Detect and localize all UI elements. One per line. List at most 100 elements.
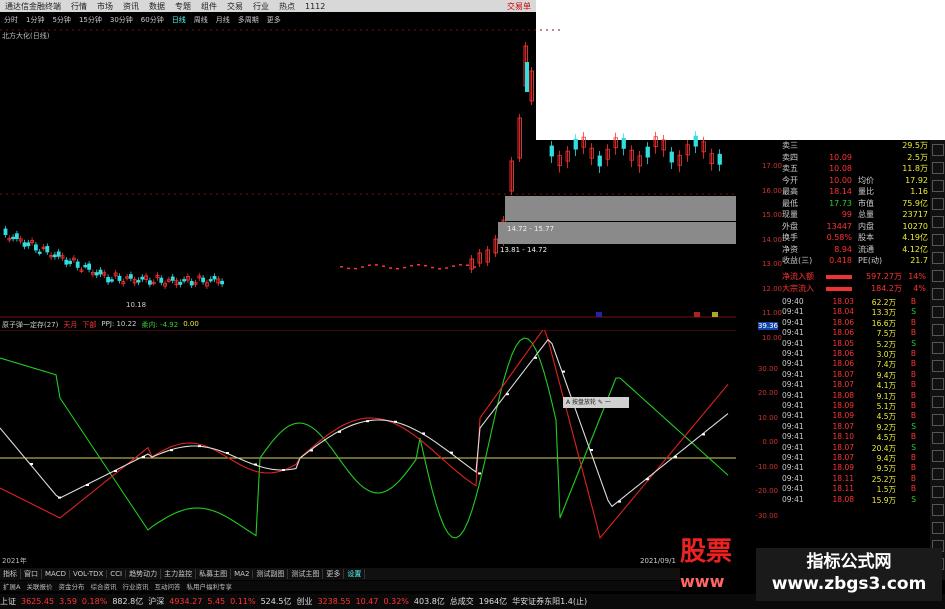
menu-item[interactable]: 热点 xyxy=(274,1,300,12)
toolbar-icon[interactable] xyxy=(932,144,944,156)
period-tab[interactable]: 日线 xyxy=(168,15,190,25)
period-tab[interactable]: 多周期 xyxy=(234,15,263,25)
indicator-tab[interactable]: MA2 xyxy=(231,570,254,578)
tick-volume: 15.9万 xyxy=(871,495,896,505)
quote-label: 均价 xyxy=(858,175,874,185)
candle xyxy=(417,264,420,266)
indicator-label: 0.00 xyxy=(183,320,199,328)
toolbar-icon[interactable] xyxy=(932,450,944,462)
indicator-tab[interactable]: 趋势动力 xyxy=(126,569,162,579)
period-tab[interactable]: 分时 xyxy=(0,15,22,25)
toolbar-icon[interactable] xyxy=(932,306,944,318)
menu-item[interactable]: 交易 xyxy=(222,1,248,12)
indicator-tab[interactable]: 私募主图 xyxy=(196,569,232,579)
indicator-tab[interactable]: 主力监控 xyxy=(161,569,197,579)
info-tab[interactable]: 私用户福利专享 xyxy=(183,581,235,591)
tick-price: 18.09 xyxy=(832,401,854,410)
toolbar-icon[interactable] xyxy=(932,486,944,498)
period-tab[interactable]: 60分钟 xyxy=(137,15,168,25)
period-tab[interactable]: 更多 xyxy=(263,15,285,25)
toolbar-icon[interactable] xyxy=(932,414,944,426)
indicator-dot xyxy=(562,370,565,373)
right-toolbar xyxy=(930,140,945,580)
toolbar-icon[interactable] xyxy=(932,180,944,192)
indicator-dot xyxy=(226,452,229,455)
menu-item[interactable]: 组件 xyxy=(196,1,222,12)
toolbar-icon[interactable] xyxy=(932,216,944,228)
indicator-tab[interactable]: VOL-TDX xyxy=(70,570,108,578)
tick-row: 09:41 18.09 9.5万 B xyxy=(782,463,930,473)
toolbar-icon[interactable] xyxy=(932,234,944,246)
indicator-tab[interactable]: 测试主图 xyxy=(288,569,324,579)
info-tab[interactable]: 互动问答 xyxy=(151,581,183,591)
tick-row: 09:41 18.11 1.5万 B xyxy=(782,484,930,494)
indicator-tab[interactable]: 更多 xyxy=(323,569,345,579)
toolbar-icon[interactable] xyxy=(932,468,944,480)
candle xyxy=(53,254,57,258)
quote-label: 最低 xyxy=(782,198,798,208)
candle xyxy=(75,261,80,268)
toolbar-icon[interactable] xyxy=(932,378,944,390)
candlestick-chart[interactable]: 14.72 - 15.77 13.81 - 14.72 10.18 xyxy=(0,26,736,318)
period-tab[interactable]: 月线 xyxy=(212,15,234,25)
menu-item[interactable]: 行业 xyxy=(248,1,274,12)
info-tab[interactable]: 资金分布 xyxy=(55,581,87,591)
indicator-tab[interactable]: 测试副图 xyxy=(253,569,289,579)
tick-side: B xyxy=(910,369,916,379)
toolbar-icon[interactable] xyxy=(932,198,944,210)
tick-time: 09:41 xyxy=(782,369,804,379)
toolbar-icon[interactable] xyxy=(932,324,944,336)
indicator-tab[interactable]: 窗口 xyxy=(21,569,42,579)
menu-item[interactable]: 专题 xyxy=(170,1,196,12)
tick-row: 09:41 18.09 4.5万 B xyxy=(782,411,930,421)
info-tab[interactable]: 扩展A xyxy=(0,581,23,591)
toolbar-icon[interactable] xyxy=(932,342,944,354)
tick-price: 18.09 xyxy=(832,463,854,473)
period-tab[interactable]: 5分钟 xyxy=(48,15,74,25)
toolbar-icon[interactable] xyxy=(932,360,944,372)
period-bar: 分时 1分钟 5分钟 15分钟 30分钟 60分钟 日线 周线 月线 多周期 更多 xyxy=(0,14,536,26)
quote-value: 75.9亿 xyxy=(902,198,928,208)
indicator-axis: 39.36 30.00 20.00 10.00 0.00 -10.00 -20.00 -30.… xyxy=(736,320,782,565)
indicator-tab[interactable]: 设置 xyxy=(344,569,366,579)
candle xyxy=(645,146,650,158)
period-tab[interactable]: 30分钟 xyxy=(106,15,137,25)
candle xyxy=(717,153,722,165)
toolbar-icon[interactable] xyxy=(932,522,944,534)
menu-item[interactable]: 行情 xyxy=(66,1,92,12)
period-tab[interactable]: 1分钟 xyxy=(22,15,48,25)
menu-item[interactable]: 1112 xyxy=(300,2,330,11)
quote-label: 卖四 xyxy=(782,152,798,162)
indicator-chart[interactable]: 2021/09/1 2021年 xyxy=(0,330,736,565)
tick-side: B xyxy=(910,484,916,494)
menu-item[interactable]: 通达信金融终端 xyxy=(0,1,66,12)
tick-time: 09:41 xyxy=(782,307,804,317)
toolbar-icon[interactable] xyxy=(932,252,944,264)
brand-label[interactable]: 交易单 xyxy=(502,1,536,12)
white-line xyxy=(0,338,729,508)
menu-item[interactable]: 数据 xyxy=(144,1,170,12)
indicator-dot xyxy=(646,478,649,481)
indicator-tab[interactable]: MACD xyxy=(42,570,70,578)
candle xyxy=(37,251,42,254)
quote-value: 10.08 xyxy=(829,164,852,173)
toolbar-icon[interactable] xyxy=(932,432,944,444)
toolbar-icon[interactable] xyxy=(932,504,944,516)
chart-tooltip[interactable]: A 按盘放轮 ✎ 一 xyxy=(563,397,629,408)
period-tab[interactable]: 周线 xyxy=(190,15,212,25)
indicator-tab[interactable]: 指标 xyxy=(0,569,21,579)
toolbar-icon[interactable] xyxy=(932,162,944,174)
info-tab[interactable]: 综合资讯 xyxy=(87,581,119,591)
toolbar-icon[interactable] xyxy=(932,270,944,282)
info-tab[interactable]: 关联报价 xyxy=(23,581,55,591)
toolbar-icon[interactable] xyxy=(932,396,944,408)
indicator-tab[interactable]: CCI xyxy=(107,570,127,578)
toolbar-icon[interactable] xyxy=(932,288,944,300)
menu-item[interactable]: 市场 xyxy=(92,1,118,12)
status-item: 创业 xyxy=(296,597,313,606)
quote-label: 流通 xyxy=(858,244,874,254)
period-tab[interactable]: 15分钟 xyxy=(75,15,106,25)
info-tab[interactable]: 行业资讯 xyxy=(119,581,151,591)
menu-item[interactable]: 资讯 xyxy=(118,1,144,12)
candle xyxy=(189,281,194,286)
